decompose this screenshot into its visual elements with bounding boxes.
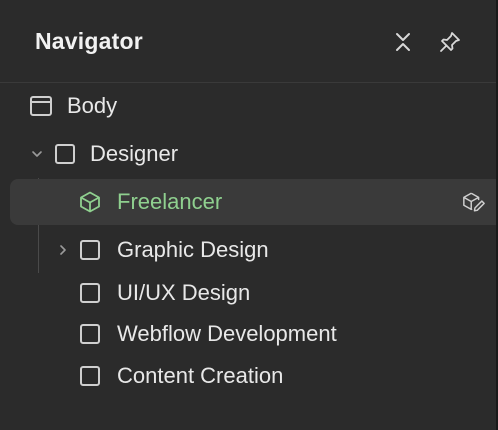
element-box-icon xyxy=(80,283,100,303)
body-icon xyxy=(30,96,52,116)
chevron-down-icon[interactable] xyxy=(30,147,44,161)
tree-item-label: Designer xyxy=(90,141,179,166)
tree-item-graphic-design[interactable]: Graphic Design xyxy=(10,228,496,272)
tree-item-label: Graphic Design xyxy=(117,237,269,262)
tree-item-uiux-design[interactable]: UI/UX Design xyxy=(10,271,496,315)
tree-item-freelancer[interactable]: Freelancer xyxy=(10,179,496,225)
tree-item-label: UI/UX Design xyxy=(117,280,251,305)
chevron-right-icon[interactable] xyxy=(56,243,70,257)
tree-item-body[interactable]: Body xyxy=(10,84,496,128)
collapse-icon xyxy=(396,33,410,51)
element-box-icon xyxy=(55,144,75,164)
pin-icon xyxy=(440,32,460,52)
element-box-icon xyxy=(80,324,100,344)
edit-component-icon xyxy=(463,192,485,212)
navigator-header: Navigator xyxy=(0,0,496,82)
edit-component-button[interactable] xyxy=(462,190,486,214)
tree-item-label: Content Creation xyxy=(117,363,284,388)
navigator-panel: Navigator Body Designer Freelancer Graph… xyxy=(0,0,498,430)
panel-title: Navigator xyxy=(35,28,143,54)
component-icon xyxy=(78,190,102,214)
tree-item-designer[interactable]: Designer xyxy=(10,132,496,176)
element-box-icon xyxy=(80,366,100,386)
header-divider xyxy=(0,82,496,83)
tree-item-label: Body xyxy=(67,93,118,118)
collapse-all-button[interactable] xyxy=(391,30,415,54)
element-box-icon xyxy=(80,240,100,260)
tree-item-label: Freelancer xyxy=(117,189,223,214)
tree-item-content-creation[interactable]: Content Creation xyxy=(10,354,496,398)
tree-item-webflow-development[interactable]: Webflow Development xyxy=(10,312,496,356)
pin-button[interactable] xyxy=(438,30,462,54)
tree-item-label: Webflow Development xyxy=(117,321,337,346)
